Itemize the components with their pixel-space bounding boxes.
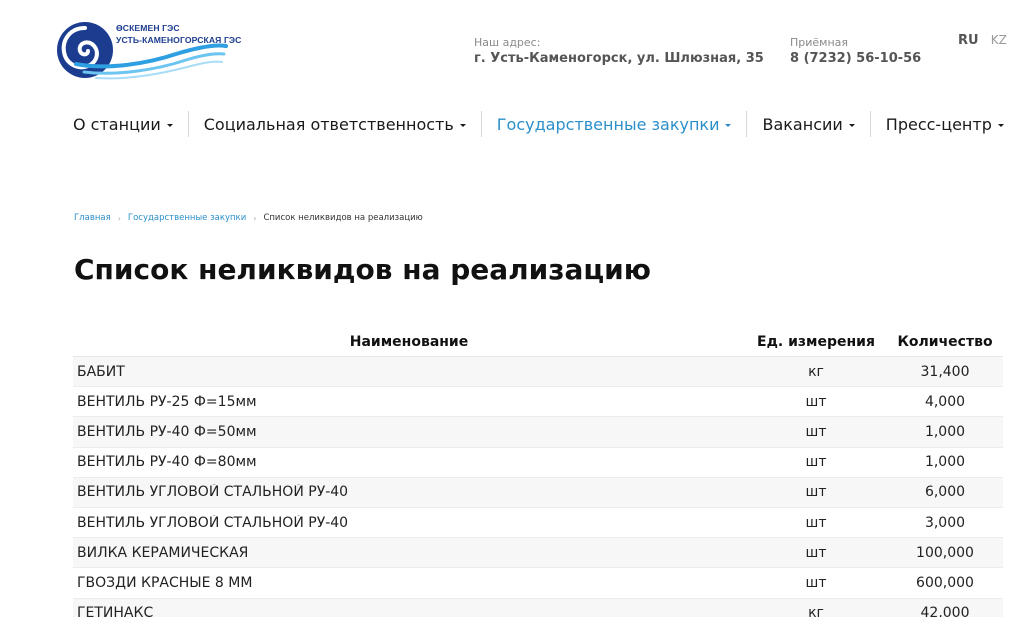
table-header: Наименование Ед. измерения Количество xyxy=(73,327,1003,357)
table-row: ВЕНТИЛЬ УГЛОВОЙ СТАЛЬНОЙ РУ-40 шт 6,000 xyxy=(73,477,1003,508)
breadcrumb-current: Список неликвидов на реализацию xyxy=(263,213,423,223)
cell-qty: 4,000 xyxy=(924,393,966,410)
nav-item-vacancies[interactable]: Вакансии xyxy=(747,110,869,138)
cell-qty: 31,400 xyxy=(920,363,970,380)
cell-name: ВЕНТИЛЬ РУ-40 Ф=50мм xyxy=(77,423,257,440)
nav-item-label: Социальная ответственность xyxy=(203,114,454,134)
logo-text: ӨСКЕМЕН ГЭС УСТЬ-КАМЕНОГОРСКАЯ ГЭС xyxy=(116,22,241,46)
cell-qty: 1,000 xyxy=(924,454,966,471)
chevron-right-icon: › xyxy=(117,213,121,223)
table-row: ВЕНТИЛЬ РУ-40 Ф=80мм шт 1,000 xyxy=(73,448,1003,478)
cell-qty: 100,000 xyxy=(916,544,974,561)
table-row: ГЕТИНАКС кг 42,000 xyxy=(73,598,1003,617)
table-row: ВИЛКА КЕРАМИЧЕСКАЯ шт 100,000 xyxy=(73,538,1003,569)
caret-down-icon xyxy=(166,123,173,127)
cell-name: ВЕНТИЛЬ РУ-40 Ф=80мм xyxy=(77,454,257,471)
language-switcher: RU KZ xyxy=(958,33,1007,48)
table-row: ВЕНТИЛЬ РУ-40 Ф=50мм шт 1,000 xyxy=(73,417,1003,448)
nav-item-label: Государственные закупки xyxy=(496,114,720,134)
cell-qty: 3,000 xyxy=(924,514,966,531)
cell-qty: 600,000 xyxy=(916,574,974,591)
logo-line-2: УСТЬ-КАМЕНОГОРСКАЯ ГЭС xyxy=(116,35,242,45)
nav-item-press[interactable]: Пресс-центр xyxy=(871,110,1019,138)
cell-qty: 1,000 xyxy=(924,423,966,440)
cell-unit: шт xyxy=(805,514,827,531)
nav-item-label: Вакансии xyxy=(762,114,843,134)
cell-name: ГВОЗДИ КРАСНЫЕ 8 ММ xyxy=(77,574,253,591)
breadcrumb: Главная › Государственные закупки › Спис… xyxy=(74,213,423,223)
cell-unit: кг xyxy=(808,605,824,617)
table-row: ГВОЗДИ КРАСНЫЕ 8 ММ шт 600,000 xyxy=(73,568,1003,599)
lang-kz-link[interactable]: KZ xyxy=(991,33,1007,47)
nav-item-procurement[interactable]: Государственные закупки xyxy=(482,110,747,138)
items-table: Наименование Ед. измерения Количество БА… xyxy=(73,327,1003,617)
cell-qty: 6,000 xyxy=(924,484,966,501)
cell-unit: шт xyxy=(805,484,827,501)
cell-name: ВЕНТИЛЬ УГЛОВОЙ СТАЛЬНОЙ РУ-40 xyxy=(77,514,349,531)
cell-name: ГЕТИНАКС xyxy=(77,605,154,617)
breadcrumb-section[interactable]: Государственные закупки xyxy=(128,213,246,223)
page-title: Список неликвидов на реализацию xyxy=(74,253,652,286)
caret-down-icon xyxy=(725,123,732,127)
reception-phone[interactable]: 8 (7232) 56-10-56 xyxy=(790,50,921,67)
header-unit: Ед. измерения xyxy=(757,333,875,350)
logo-line-1: ӨСКЕМЕН ГЭС xyxy=(116,23,180,33)
cell-name: БАБИТ xyxy=(77,363,125,380)
nav-item-label: Пресс-центр xyxy=(885,114,992,134)
lang-ru-link[interactable]: RU xyxy=(958,33,979,48)
reception-block: Приёмная 8 (7232) 56-10-56 xyxy=(790,36,921,67)
cell-unit: кг xyxy=(808,363,824,380)
header-qty: Количество xyxy=(897,333,993,350)
cell-unit: шт xyxy=(805,393,827,410)
nav-item-label: О станции xyxy=(73,114,161,134)
nav-item-about[interactable]: О станции xyxy=(58,110,188,138)
reception-label: Приёмная xyxy=(790,36,849,49)
cell-qty: 42,000 xyxy=(920,605,970,617)
cell-name: ВЕНТИЛЬ УГЛОВОЙ СТАЛЬНОЙ РУ-40 xyxy=(77,484,349,501)
main-nav: О станции Социальная ответственность Гос… xyxy=(58,110,1019,138)
caret-down-icon xyxy=(848,123,855,127)
nav-item-social[interactable]: Социальная ответственность xyxy=(189,110,481,138)
cell-unit: шт xyxy=(805,544,827,561)
table-row: ВЕНТИЛЬ УГЛОВОЙ СТАЛЬНОЙ РУ-40 шт 3,000 xyxy=(73,508,1003,539)
header-name: Наименование xyxy=(349,333,469,350)
breadcrumb-home[interactable]: Главная xyxy=(74,213,111,223)
address-label: Наш адрес: xyxy=(474,36,541,49)
cell-name: ВЕНТИЛЬ РУ-25 Ф=15мм xyxy=(77,393,257,410)
table-row: ВЕНТИЛЬ РУ-25 Ф=15мм шт 4,000 xyxy=(73,387,1003,418)
cell-unit: шт xyxy=(805,423,827,440)
chevron-right-icon: › xyxy=(253,213,257,223)
caret-down-icon xyxy=(997,123,1004,127)
address-block: Наш адрес: г. Усть-Каменогорск, ул. Шлюз… xyxy=(474,36,764,67)
table-row: БАБИТ кг 31,400 xyxy=(73,357,1003,388)
address-value: г. Усть-Каменогорск, ул. Шлюзная, 35 xyxy=(474,51,764,66)
caret-down-icon xyxy=(459,123,466,127)
cell-name: ВИЛКА КЕРАМИЧЕСКАЯ xyxy=(77,544,249,561)
site-logo[interactable]: ӨСКЕМЕН ГЭС УСТЬ-КАМЕНОГОРСКАЯ ГЭС xyxy=(56,20,241,80)
cell-unit: шт xyxy=(805,574,827,591)
cell-unit: шт xyxy=(805,454,827,471)
